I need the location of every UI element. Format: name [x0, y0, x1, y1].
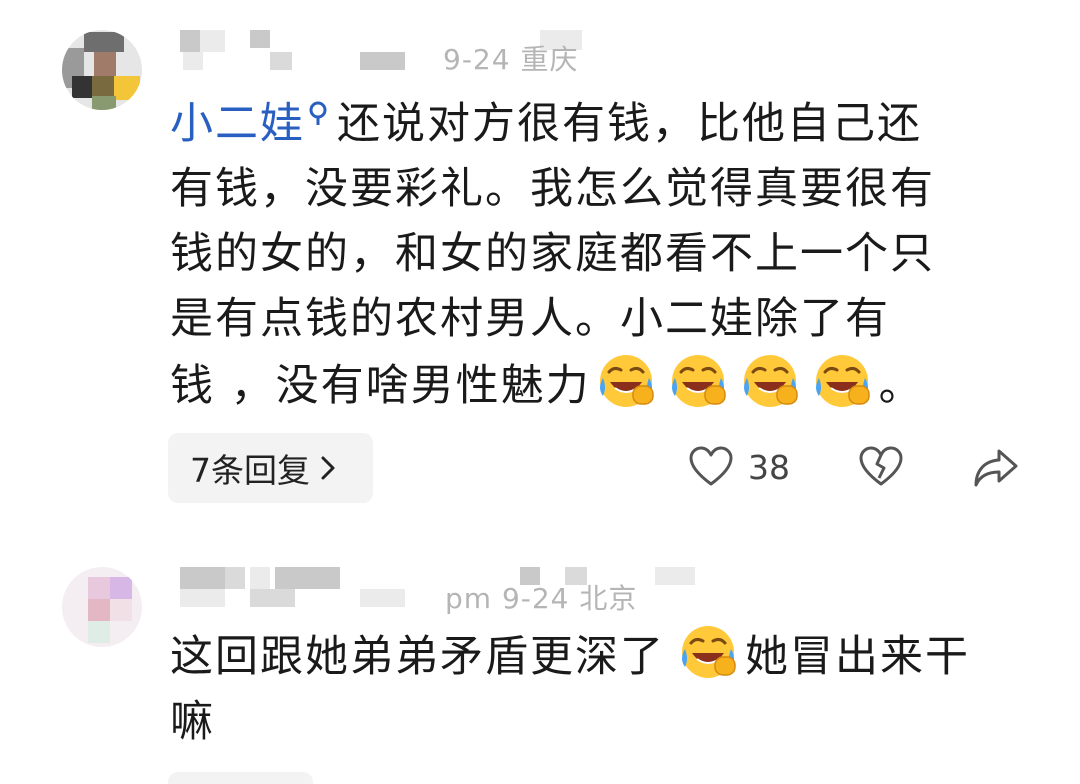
comment-text-line: 还说对方很有钱，比他自己还	[337, 99, 922, 149]
comment-text-line: 钱的女的，和女的家庭都看不上一个只	[170, 229, 935, 279]
like-count: 38	[748, 447, 790, 487]
user-mention[interactable]: 小二娃	[170, 99, 337, 149]
comment-text-line: 钱 ，没有啥男性魅力	[170, 361, 591, 411]
comment-text-line: 嘛	[170, 697, 215, 747]
comment-item: 9-24 重庆 小二娃 还说对方很有钱，比他自己还 有钱，没要彩礼。我怎么觉得真要…	[0, 0, 1080, 520]
face-with-tears-of-joy-emoji	[679, 623, 737, 681]
comment-body: 小二娃 还说对方很有钱，比他自己还 有钱，没要彩礼。我怎么觉得真要很有 钱的女的，…	[170, 92, 1030, 419]
comment-text-line: 是有点钱的农村男人。小二娃除了有	[170, 294, 890, 344]
heart-outline-icon	[689, 446, 733, 486]
comment-time-location: 9-24 重庆	[443, 43, 579, 76]
share-arrow-icon	[974, 449, 1018, 487]
like-button[interactable]: 38	[688, 446, 790, 488]
comment-body: 这回跟她弟弟矛盾更深了 她冒出来干 嘛	[170, 623, 1030, 755]
search-person-icon	[305, 92, 331, 132]
next-replies-button[interactable]	[168, 772, 313, 784]
comment-meta: 9-24 重庆	[175, 30, 645, 76]
face-with-tears-of-joy-emoji	[597, 352, 655, 410]
share-button[interactable]	[972, 447, 1020, 489]
comment-text-line: 有钱，没要彩礼。我怎么觉得真要很有	[170, 164, 935, 214]
user-avatar[interactable]	[62, 567, 142, 647]
comment-item: pm 9-24 北京 这回跟她弟弟矛盾更深了 她冒出来干 嘛	[0, 555, 1080, 781]
comment-text-line: 她冒出来干	[745, 632, 970, 682]
chevron-right-icon	[321, 456, 335, 480]
user-avatar[interactable]	[62, 30, 142, 110]
face-with-tears-of-joy-emoji	[741, 352, 799, 410]
comment-text-line: 这回跟她弟弟矛盾更深了	[170, 632, 665, 682]
dislike-button[interactable]	[858, 446, 904, 488]
replies-label: 7条回复	[190, 451, 310, 490]
view-replies-button[interactable]: 7条回复	[168, 433, 373, 503]
comment-time-location: pm 9-24 北京	[445, 582, 638, 615]
broken-heart-icon	[859, 446, 903, 486]
comment-trailing-punct: 。	[878, 361, 924, 411]
face-with-tears-of-joy-emoji	[669, 352, 727, 410]
comment-meta: pm 9-24 北京	[175, 567, 695, 615]
face-with-tears-of-joy-emoji	[813, 352, 871, 410]
